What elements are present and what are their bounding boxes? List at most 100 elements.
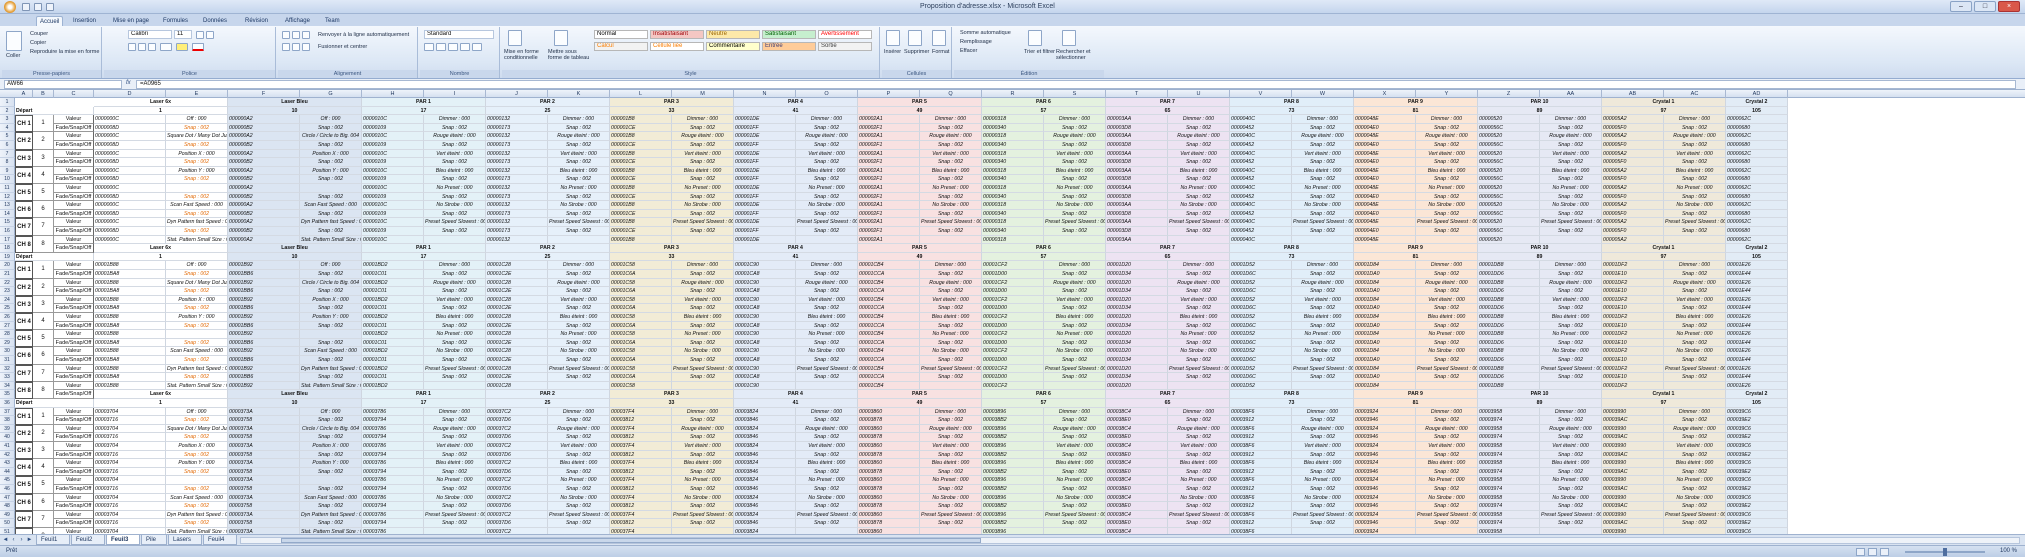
sheet-tab-feuil4[interactable]: Feuil4 xyxy=(203,535,237,545)
delete-cells-icon[interactable] xyxy=(908,30,922,46)
row-header[interactable]: 15 xyxy=(0,218,15,227)
minimize-button[interactable]: – xyxy=(1950,1,1972,12)
row-header[interactable]: 9 xyxy=(0,166,15,176)
column-header-Y[interactable]: Y xyxy=(1416,90,1478,98)
column-header-N[interactable]: N xyxy=(734,90,796,98)
align-left-icon[interactable] xyxy=(282,43,290,51)
row-header[interactable]: 18 xyxy=(0,244,15,253)
column-header-S[interactable]: S xyxy=(1044,90,1106,98)
tab-3[interactable]: Formules xyxy=(160,16,191,26)
format-painter-button[interactable]: Reproduire la mise en forme xyxy=(30,49,99,55)
row-header[interactable]: 5 xyxy=(0,132,15,141)
column-header-AD[interactable]: AD xyxy=(1726,90,1788,98)
column-header-P[interactable]: P xyxy=(858,90,920,98)
tab-7[interactable]: Team xyxy=(322,16,343,26)
find-select-button[interactable]: Rechercher et sélectionner xyxy=(1056,49,1102,61)
row-header[interactable]: 26 xyxy=(0,313,15,322)
conditional-format-button[interactable]: Mise en forme conditionnelle xyxy=(504,49,544,61)
row-header[interactable]: 50 xyxy=(0,519,15,528)
align-top-icon[interactable] xyxy=(282,31,290,39)
tab-0[interactable]: Accueil xyxy=(36,16,64,26)
next-sheet-icon[interactable]: › xyxy=(18,537,25,544)
column-header-J[interactable]: J xyxy=(486,90,548,98)
column-header-H[interactable]: H xyxy=(362,90,424,98)
cell-style-6[interactable]: Cellule liée xyxy=(650,42,704,51)
shrink-font-icon[interactable] xyxy=(206,31,214,39)
clear-button[interactable]: Effacer xyxy=(960,48,977,54)
column-header-O[interactable]: O xyxy=(796,90,858,98)
office-button-icon[interactable] xyxy=(4,1,16,13)
horizontal-scrollbar[interactable] xyxy=(240,537,2020,544)
row-header[interactable]: 31 xyxy=(0,356,15,365)
column-header-R[interactable]: R xyxy=(982,90,1044,98)
underline-icon[interactable] xyxy=(148,43,156,51)
cut-button[interactable]: Couper xyxy=(30,31,48,37)
paste-button[interactable]: Coller xyxy=(6,53,20,59)
font-color-icon[interactable] xyxy=(192,43,204,51)
column-header-Q[interactable]: Q xyxy=(920,90,982,98)
column-header-E[interactable]: E xyxy=(166,90,228,98)
decrease-decimal-icon[interactable] xyxy=(472,43,482,51)
column-header-L[interactable]: L xyxy=(610,90,672,98)
row-header[interactable]: 38 xyxy=(0,416,15,425)
row-header[interactable]: 14 xyxy=(0,209,15,219)
sheet-tab-feuil2[interactable]: Feuil2 xyxy=(71,535,105,545)
column-header-V[interactable]: V xyxy=(1230,90,1292,98)
tab-6[interactable]: Affichage xyxy=(282,16,313,26)
row-header[interactable]: 34 xyxy=(0,381,15,391)
column-header-AC[interactable]: AC xyxy=(1664,90,1726,98)
column-header-I[interactable]: I xyxy=(424,90,486,98)
align-right-icon[interactable] xyxy=(302,43,310,51)
formula-input[interactable]: =A0965 xyxy=(136,80,2016,89)
row-header[interactable]: 23 xyxy=(0,287,15,296)
page-layout-view-icon[interactable] xyxy=(1868,548,1877,556)
row-header[interactable]: 35 xyxy=(0,390,15,399)
row-header[interactable]: 43 xyxy=(0,459,15,468)
column-header-U[interactable]: U xyxy=(1168,90,1230,98)
cell-style-3[interactable]: Satisfaisant xyxy=(762,30,816,39)
scroll-thumb[interactable] xyxy=(281,538,981,543)
sheet-tab-lasers[interactable]: Lasers xyxy=(168,535,202,545)
column-header-Z[interactable]: Z xyxy=(1478,90,1540,98)
row-header[interactable]: 21 xyxy=(0,270,15,279)
italic-icon[interactable] xyxy=(138,43,146,51)
row-header[interactable]: 45 xyxy=(0,476,15,485)
row-header[interactable]: 48 xyxy=(0,502,15,511)
find-select-icon[interactable] xyxy=(1062,30,1076,46)
copy-button[interactable]: Copier xyxy=(30,40,46,46)
row-header[interactable]: 27 xyxy=(0,321,15,331)
row-header[interactable]: 25 xyxy=(0,304,15,313)
row-header[interactable]: 17 xyxy=(0,235,15,245)
column-header-AB[interactable]: AB xyxy=(1602,90,1664,98)
align-middle-icon[interactable] xyxy=(292,31,300,39)
tab-5[interactable]: Révision xyxy=(242,16,271,26)
column-header-W[interactable]: W xyxy=(1292,90,1354,98)
insert-button[interactable]: Insérer xyxy=(884,49,901,55)
row-header[interactable]: 8 xyxy=(0,158,15,167)
cell-style-0[interactable]: Normal xyxy=(594,30,648,39)
row-header[interactable]: 30 xyxy=(0,347,15,356)
last-sheet-icon[interactable]: ► xyxy=(26,537,33,544)
insert-cells-icon[interactable] xyxy=(886,30,900,46)
fill-button[interactable]: Remplissage xyxy=(960,39,992,45)
row-header[interactable]: 36 xyxy=(0,399,15,408)
column-header-M[interactable]: M xyxy=(672,90,734,98)
undo-icon[interactable] xyxy=(34,3,42,11)
normal-view-icon[interactable] xyxy=(1856,548,1865,556)
row-header[interactable]: 12 xyxy=(0,192,15,202)
row-header[interactable]: 7 xyxy=(0,149,15,159)
save-icon[interactable] xyxy=(22,3,30,11)
fill-color-icon[interactable] xyxy=(176,43,188,51)
sheet-tab-pile[interactable]: Pile xyxy=(141,535,167,545)
format-button[interactable]: Format xyxy=(932,49,949,55)
row-header[interactable]: 2 xyxy=(0,106,15,116)
first-sheet-icon[interactable]: ◄ xyxy=(2,537,9,544)
cell-style-7[interactable]: Commentaire xyxy=(706,42,760,51)
sort-filter-icon[interactable] xyxy=(1028,30,1042,46)
format-as-table-icon[interactable] xyxy=(554,30,568,46)
percent-icon[interactable] xyxy=(436,43,446,51)
column-header-AA[interactable]: AA xyxy=(1540,90,1602,98)
thousands-icon[interactable] xyxy=(448,43,458,51)
close-button[interactable]: × xyxy=(1998,1,2020,12)
row-header[interactable]: 42 xyxy=(0,450,15,460)
